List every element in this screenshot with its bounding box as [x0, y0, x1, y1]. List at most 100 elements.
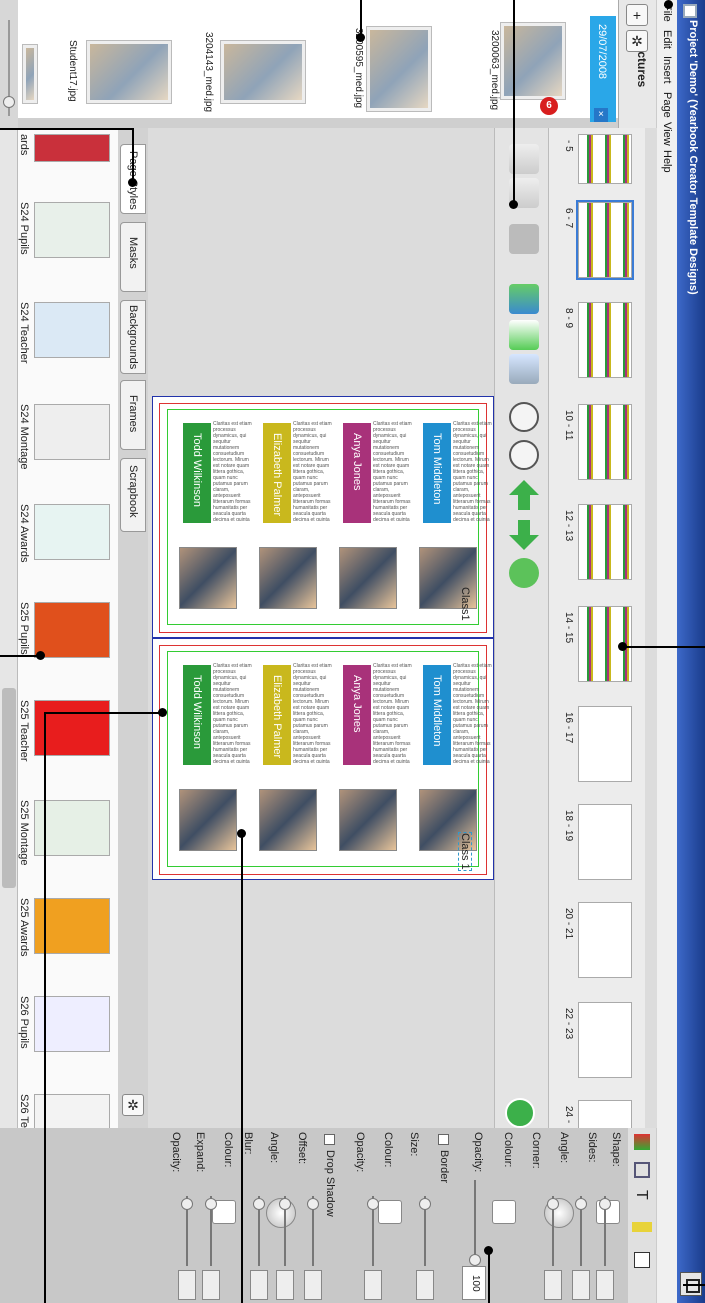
pictures-scrollbar[interactable] [18, 118, 618, 128]
menu-page[interactable]: Page [661, 92, 673, 118]
page-style-thumbnail[interactable] [34, 202, 110, 258]
page-style-thumbnail[interactable] [34, 134, 110, 162]
property-slider-thumb[interactable] [279, 1198, 291, 1210]
page-style-thumbnail[interactable] [34, 302, 110, 358]
property-value-spinner[interactable] [276, 1270, 294, 1300]
pupil-description[interactable]: Claritas est etiam processus dynamicus, … [293, 421, 333, 521]
property-value-spinner[interactable] [304, 1270, 322, 1300]
recycle-bin-icon[interactable] [505, 1098, 535, 1128]
page-thumbnail[interactable] [578, 804, 632, 880]
page-thumbnail[interactable] [578, 302, 632, 378]
library-scrollbar[interactable] [0, 128, 18, 1128]
property-value-spinner[interactable] [572, 1270, 590, 1300]
pupil-name-banner[interactable]: Todd Wilkinson [183, 665, 211, 765]
menu-edit[interactable]: Edit [661, 30, 673, 49]
drop-shadow-checkbox[interactable] [324, 1134, 335, 1145]
property-value-spinner[interactable] [178, 1270, 196, 1300]
fill-colour-swatch[interactable] [492, 1200, 516, 1224]
shape-tool-icon[interactable] [634, 1134, 650, 1150]
border-checkbox[interactable] [438, 1134, 449, 1145]
pupil-name-banner[interactable]: Anya Jones [343, 665, 371, 765]
add-text-icon[interactable] [509, 320, 539, 350]
pupil-photo[interactable] [179, 547, 237, 609]
opacity-value-field[interactable]: 100 [462, 1266, 486, 1300]
pupil-name-banner[interactable]: Todd Wilkinson [183, 423, 211, 523]
pupil-description[interactable]: Claritas est etiam processus dynamicus, … [373, 421, 413, 521]
add-picture-icon[interactable] [509, 284, 539, 314]
pupil-photo[interactable] [259, 789, 317, 851]
opacity-slider-thumb[interactable] [469, 1254, 481, 1266]
menu-help[interactable]: Help [661, 150, 673, 173]
right-page[interactable]: Tom Middleton Claritas est etiam processu… [152, 638, 494, 880]
pupil-description[interactable]: Claritas est etiam processus dynamicus, … [293, 663, 333, 763]
tab-masks[interactable]: Masks [120, 222, 146, 292]
spread-canvas[interactable]: Tom Middleton Claritas est etiam processu… [148, 128, 494, 1128]
border-colour-swatch[interactable] [378, 1200, 402, 1224]
menu-insert[interactable]: Insert [661, 56, 673, 84]
left-page[interactable]: Tom Middleton Claritas est etiam processu… [152, 396, 494, 638]
property-value-spinner[interactable] [202, 1270, 220, 1300]
pupil-photo[interactable] [179, 789, 237, 851]
property-value-spinner[interactable] [416, 1270, 434, 1300]
move-up-icon[interactable] [509, 480, 539, 510]
pupil-photo[interactable] [259, 547, 317, 609]
picture-thumb[interactable] [500, 22, 566, 100]
property-slider-thumb[interactable] [575, 1198, 587, 1210]
page-thumbnail[interactable] [578, 404, 632, 480]
property-value-spinner[interactable] [250, 1270, 268, 1300]
picture-thumb[interactable] [22, 44, 38, 104]
page-thumbnail[interactable] [578, 1002, 632, 1078]
frame-tool-icon[interactable] [634, 1162, 650, 1178]
picture-thumb[interactable] [220, 40, 306, 104]
close-icon[interactable]: × [594, 108, 608, 122]
picture-thumb[interactable] [366, 26, 432, 112]
property-slider-thumb[interactable] [253, 1198, 265, 1210]
class-label-selected[interactable]: Class 1 [458, 829, 472, 873]
page-style-thumbnail[interactable] [34, 404, 110, 460]
class-label[interactable]: Class1 [459, 587, 471, 621]
opacity-slider[interactable] [474, 1180, 476, 1260]
pupil-name-banner[interactable]: Elizabeth Palmer [263, 665, 291, 765]
property-value-spinner[interactable] [364, 1270, 382, 1300]
property-slider-thumb[interactable] [599, 1198, 611, 1210]
menu-view[interactable]: View [661, 122, 673, 146]
text-tool-icon[interactable]: T [632, 1190, 650, 1200]
date-group-header[interactable]: 29/07/2008 [590, 16, 616, 122]
pupil-name-banner[interactable]: Anya Jones [343, 423, 371, 523]
insert-page-icon[interactable] [509, 354, 539, 384]
zoom-in-icon[interactable] [509, 440, 539, 470]
page-thumbnail[interactable] [578, 706, 632, 782]
property-value-spinner[interactable] [544, 1270, 562, 1300]
pupil-name-banner[interactable]: Tom Middleton [423, 665, 451, 765]
pupil-name-banner[interactable]: Elizabeth Palmer [263, 423, 291, 523]
tab-frames[interactable]: Frames [120, 380, 146, 450]
add-picture-button[interactable]: + [626, 4, 648, 26]
page-thumbnail[interactable] [578, 134, 632, 184]
pupil-photo[interactable] [339, 789, 397, 851]
pupil-description[interactable]: Claritas est etiam processus dynamicus, … [373, 663, 413, 763]
property-value-spinner[interactable] [596, 1270, 614, 1300]
play-icon[interactable] [509, 558, 539, 588]
page-style-thumbnail[interactable] [34, 504, 110, 560]
move-down-icon[interactable] [509, 520, 539, 550]
zoom-out-icon[interactable] [509, 402, 539, 432]
page-style-thumbnail[interactable] [34, 602, 110, 658]
print-icon[interactable] [509, 224, 539, 254]
property-slider-thumb[interactable] [547, 1198, 559, 1210]
property-slider-thumb[interactable] [419, 1198, 431, 1210]
property-slider-thumb[interactable] [181, 1198, 193, 1210]
page-thumbnail[interactable] [576, 200, 634, 280]
pupil-description[interactable]: Claritas est etiam processus dynamicus, … [213, 663, 253, 763]
thumbnail-size-slider[interactable] [2, 20, 16, 116]
picture-settings-icon[interactable]: ✲ [626, 30, 648, 52]
page-tool-icon[interactable] [634, 1252, 650, 1268]
tab-backgrounds[interactable]: Backgrounds [120, 300, 146, 374]
page-thumbnail[interactable] [578, 504, 632, 580]
property-slider-thumb[interactable] [205, 1198, 217, 1210]
page-thumbnail[interactable] [578, 902, 632, 978]
ruler-icon[interactable] [632, 1222, 652, 1232]
tab-scrapbook[interactable]: Scrapbook [120, 458, 146, 532]
property-slider-thumb[interactable] [307, 1198, 319, 1210]
picture-thumb[interactable] [86, 40, 172, 104]
pages-scrollbar[interactable] [645, 128, 657, 1128]
